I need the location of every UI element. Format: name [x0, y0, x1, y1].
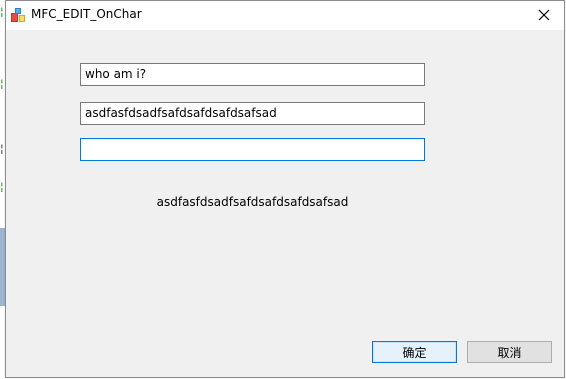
cancel-button[interactable]: 取消	[467, 341, 552, 363]
edit-field-3[interactable]	[80, 138, 425, 161]
output-static-text: asdfasfdsadfsafdsafdsafdsafsad	[156, 195, 349, 209]
dialog-window: MFC_EDIT_OnChar who am i? asdfasfdsadfsa…	[5, 0, 565, 378]
close-button[interactable]	[524, 1, 564, 30]
ok-button[interactable]: 确定	[372, 341, 457, 363]
title-bar[interactable]: MFC_EDIT_OnChar	[6, 1, 564, 30]
edit-field-1[interactable]: who am i?	[80, 63, 425, 86]
cancel-button-label: 取消	[497, 345, 522, 360]
window-title: MFC_EDIT_OnChar	[31, 7, 142, 21]
edit-field-2[interactable]: asdfasfdsadfsafdsafdsafdsafsad	[80, 102, 425, 125]
mfc-app-icon	[10, 7, 26, 23]
close-icon	[538, 6, 550, 25]
ok-button-label: 确定	[402, 345, 427, 360]
